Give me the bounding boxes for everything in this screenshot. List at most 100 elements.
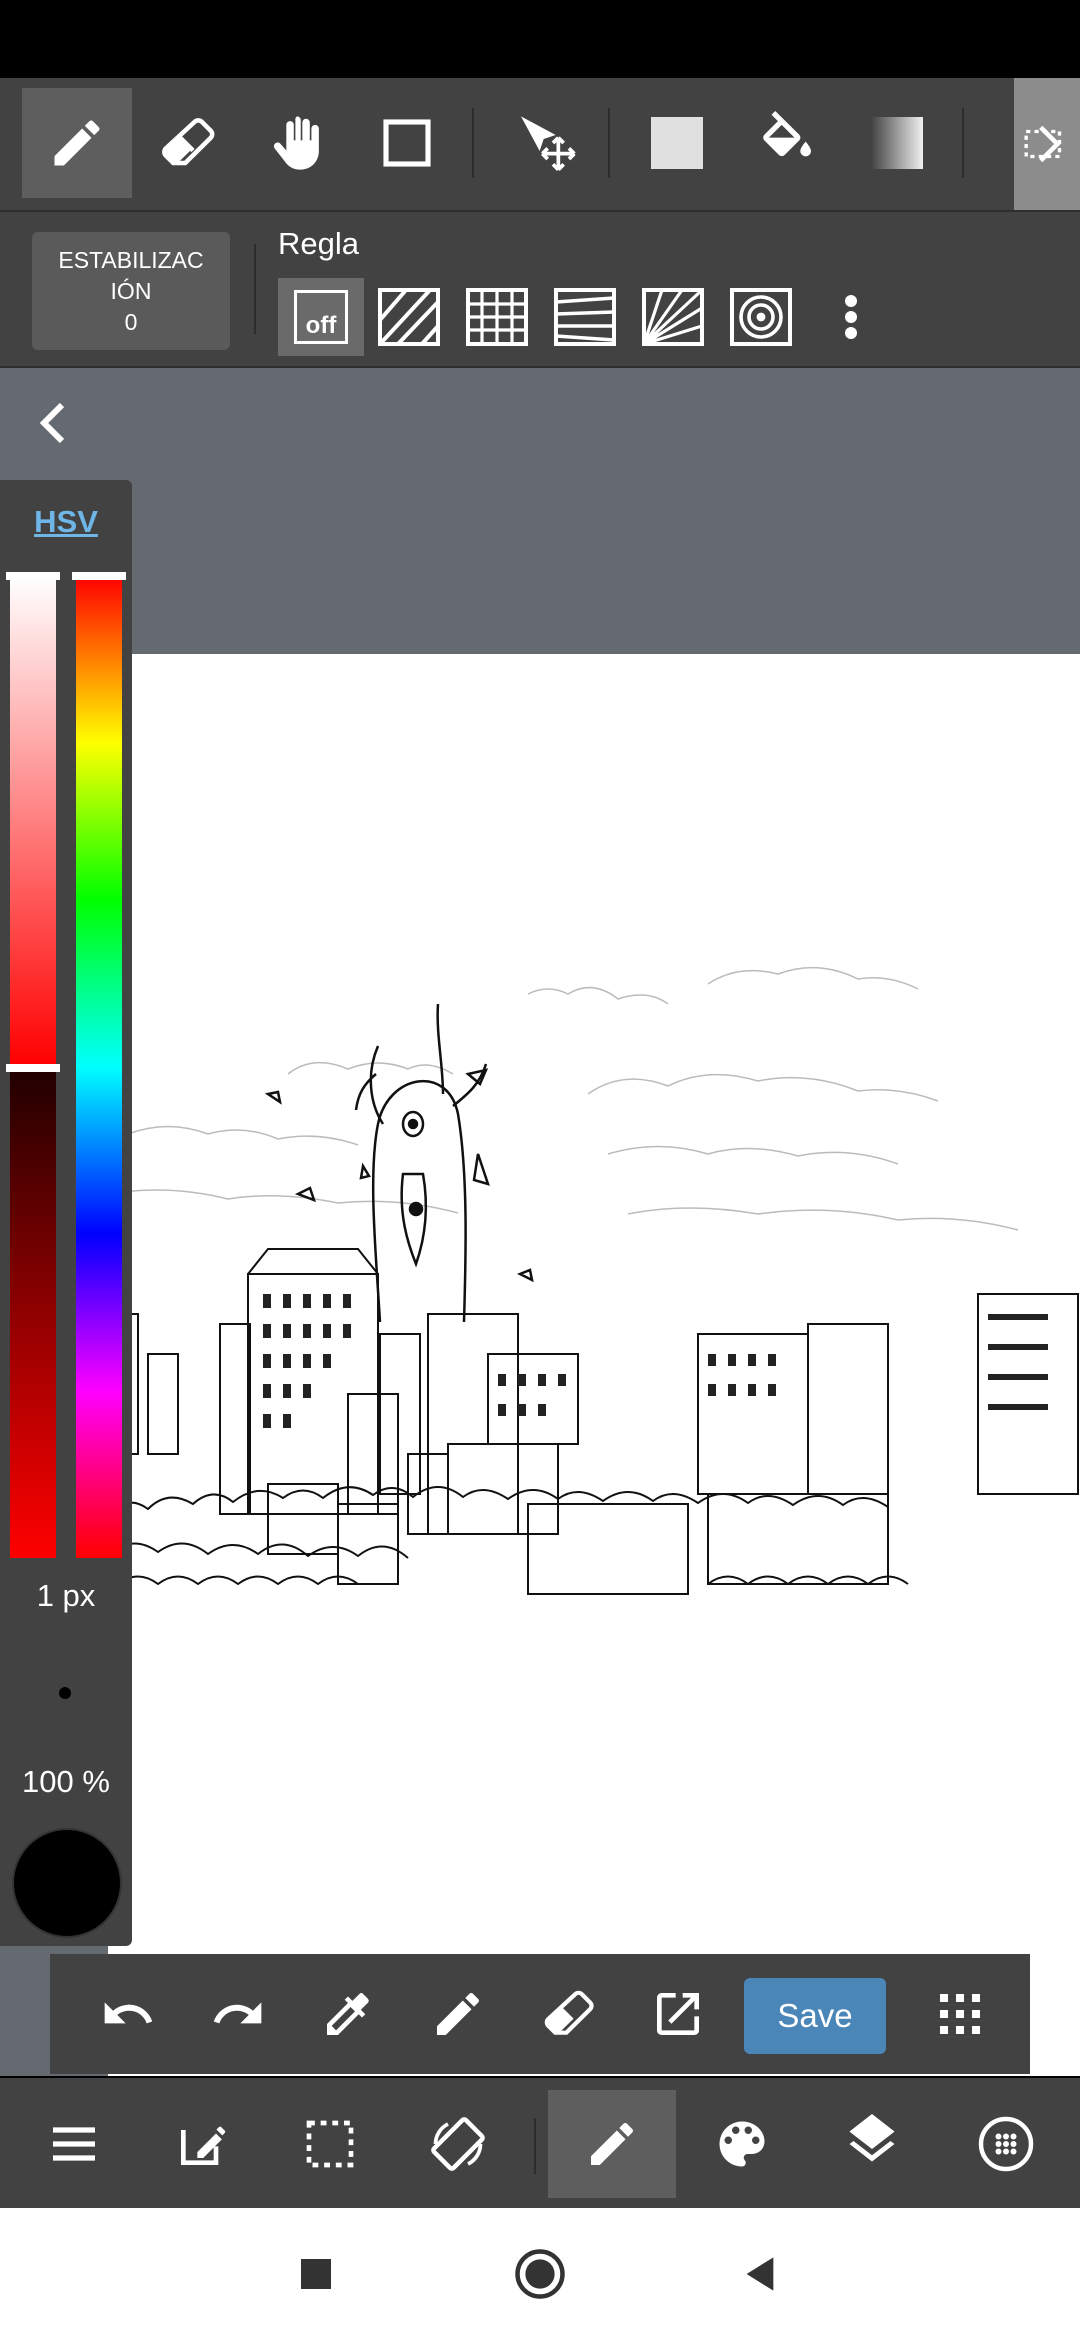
bottom-bar <box>0 2078 1080 2208</box>
ruler-more-button[interactable] <box>826 284 876 350</box>
bottom-bar-separator <box>534 2118 536 2174</box>
back-button[interactable] <box>728 2242 792 2306</box>
collapse-panel-button[interactable] <box>28 398 78 448</box>
hue-bar[interactable] <box>72 572 126 1558</box>
ruler-radial-icon <box>642 288 704 346</box>
workspace[interactable] <box>0 368 1080 2076</box>
eraser-icon <box>544 1990 594 2035</box>
back-triangle-icon <box>746 2257 774 2291</box>
color-palette-button[interactable] <box>678 2090 806 2198</box>
current-color-swatch[interactable] <box>12 1828 122 1938</box>
menu-button[interactable] <box>10 2090 138 2198</box>
toolbar-separator <box>472 108 474 178</box>
gradient-tool[interactable] <box>842 88 952 198</box>
rotate-icon <box>431 2117 485 2171</box>
move-icon <box>521 116 576 171</box>
action-bar: Save <box>50 1954 1030 2074</box>
ruler-concentric-button[interactable] <box>718 278 804 356</box>
stabilizer-button[interactable]: ESTABILIZAC IÓN 0 <box>32 232 230 350</box>
grid-dots-icon <box>940 1994 980 2034</box>
top-toolbar <box>0 78 1080 212</box>
stabilizer-value: 0 <box>124 308 138 335</box>
home-circle-icon <box>515 2249 565 2299</box>
move-tool[interactable] <box>490 88 600 198</box>
cityscape-drawing <box>108 966 1079 1595</box>
fill-color-tool[interactable] <box>622 88 732 198</box>
saturation-value-bar[interactable] <box>6 572 60 1558</box>
rectangle-select-tool[interactable] <box>352 88 462 198</box>
saturation-handle[interactable] <box>6 572 60 580</box>
selection-icon <box>306 2120 354 2168</box>
ruler-grid-button[interactable] <box>454 278 540 356</box>
ruler-perspective-icon <box>554 288 616 346</box>
ruler-grid-icon <box>466 288 528 346</box>
color-panel: HSV 1 px 100 % <box>0 480 132 1946</box>
ruler-perspective-button[interactable] <box>542 278 628 356</box>
recents-button[interactable] <box>284 2242 348 2306</box>
value-handle[interactable] <box>6 1064 60 1072</box>
hsv-tab[interactable]: HSV <box>0 480 132 564</box>
gradient-icon <box>871 117 923 169</box>
brush-size-preview <box>59 1687 71 1699</box>
eraser-icon <box>162 118 215 166</box>
eyedropper-icon <box>327 1993 369 2035</box>
ruler-parallel-button[interactable] <box>366 278 452 356</box>
redo-button[interactable] <box>190 1966 286 2062</box>
opacity-label[interactable]: 100 % <box>0 1764 132 1800</box>
bucket-icon <box>763 111 811 157</box>
more-tools-button[interactable] <box>1014 78 1080 210</box>
redo-icon <box>213 2002 262 2024</box>
eraser-tool[interactable] <box>132 88 242 198</box>
hand-icon <box>273 116 319 170</box>
brush-size-label[interactable]: 1 px <box>0 1578 132 1614</box>
stabilizer-label-line1: ESTABILIZAC <box>58 246 204 273</box>
more-vert-icon <box>845 295 857 339</box>
edit-icon <box>181 2126 226 2165</box>
open-external-icon <box>657 1993 699 2035</box>
ruler-off-icon: off <box>294 290 348 344</box>
hue-handle[interactable] <box>72 572 126 580</box>
chevron-right-icon <box>1024 125 1062 163</box>
ruler-radial-button[interactable] <box>630 278 716 356</box>
layers-icon <box>849 2114 895 2162</box>
brush-button[interactable] <box>548 2090 676 2198</box>
chevron-left-icon <box>39 402 65 444</box>
edit-button[interactable] <box>138 2090 266 2198</box>
status-bar <box>0 0 1080 78</box>
square-icon <box>301 2259 331 2289</box>
toolbar-separator <box>608 108 610 178</box>
pen-icon <box>437 1992 480 2035</box>
eyedropper-button[interactable] <box>300 1966 396 2062</box>
palette-icon <box>719 2121 765 2167</box>
pen-icon <box>591 2122 634 2165</box>
bucket-tool[interactable] <box>732 88 842 198</box>
rotate-canvas-button[interactable] <box>394 2090 522 2198</box>
more-grid-button[interactable] <box>912 1966 1008 2062</box>
menu-icon <box>53 2127 95 2161</box>
ruler-concentric-icon <box>730 288 792 346</box>
eraser-quick-button[interactable] <box>520 1966 616 2062</box>
ruler-off-button[interactable]: off <box>278 278 364 356</box>
material-button[interactable] <box>942 2090 1070 2198</box>
save-button[interactable]: Save <box>744 1978 886 2054</box>
saturation-gradient <box>10 576 56 1066</box>
hand-tool[interactable] <box>242 88 352 198</box>
drawing-canvas[interactable] <box>108 654 1080 2076</box>
pen-tool[interactable] <box>22 88 132 198</box>
selection-button[interactable] <box>266 2090 394 2198</box>
sub-toolbar: ESTABILIZAC IÓN 0 Regla off <box>0 212 1080 368</box>
ruler-off-text: off <box>305 312 337 339</box>
pen-icon <box>54 120 100 166</box>
pen-quick-button[interactable] <box>410 1966 506 2062</box>
home-button[interactable] <box>508 2242 572 2306</box>
undo-icon <box>104 2002 153 2024</box>
material-dots-icon <box>978 2116 1034 2172</box>
transform-button[interactable] <box>630 1966 726 2062</box>
undo-button[interactable] <box>80 1966 176 2062</box>
subtoolbar-separator <box>254 244 256 334</box>
rectangle-icon <box>383 119 431 167</box>
system-nav-bar <box>0 2208 1080 2340</box>
value-gradient <box>10 1068 56 1558</box>
toolbar-separator <box>962 108 964 178</box>
layers-button[interactable] <box>808 2090 936 2198</box>
